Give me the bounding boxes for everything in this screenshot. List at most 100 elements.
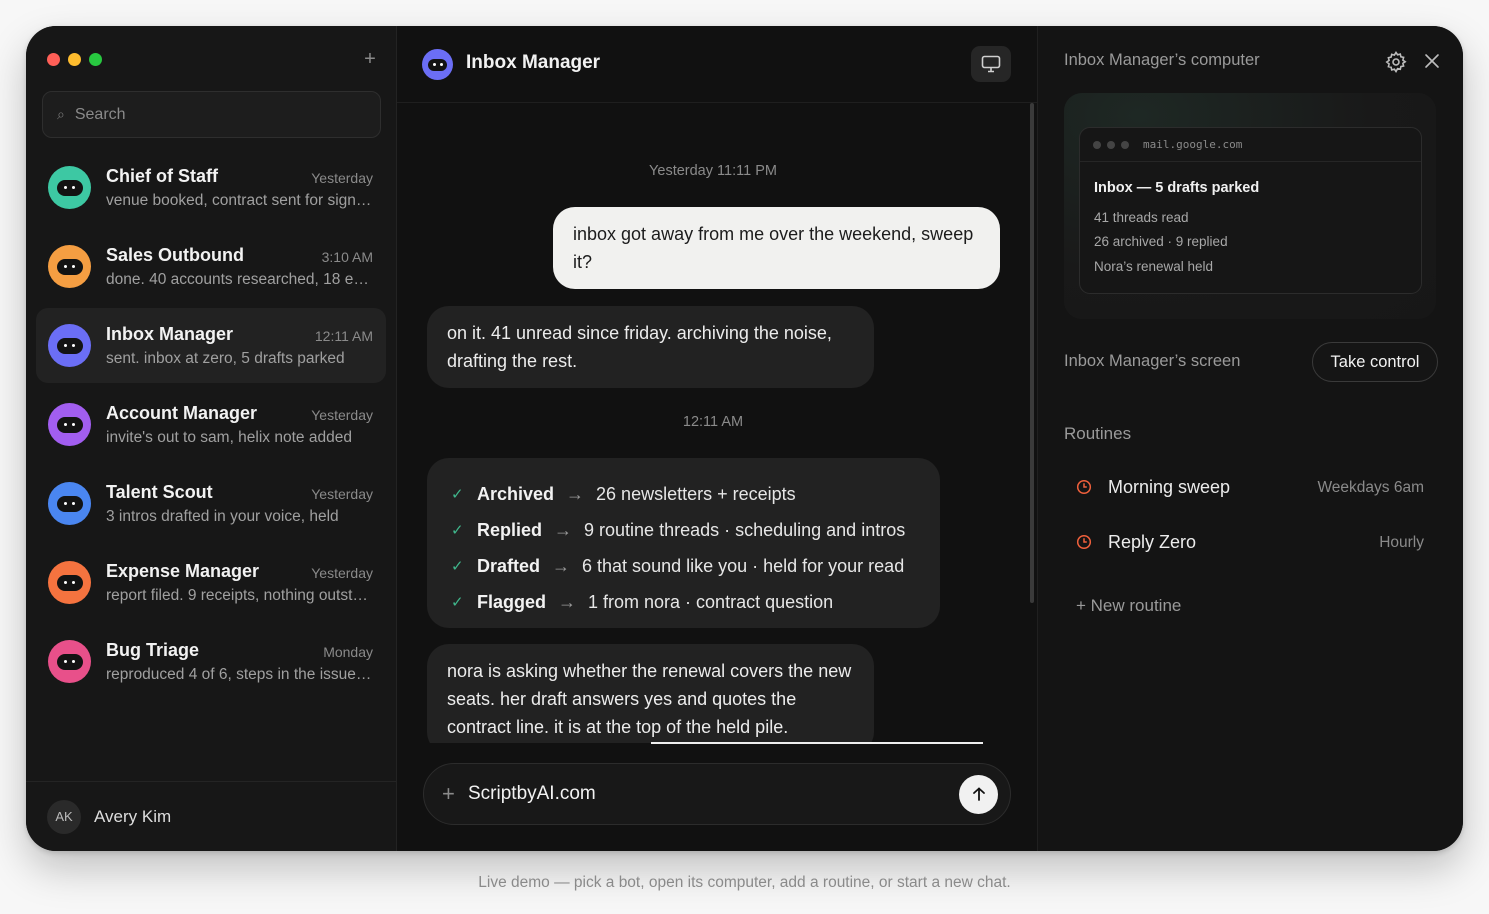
close-icon[interactable]	[1421, 50, 1443, 72]
mini-browser: mail.google.com Inbox — 5 drafts parked …	[1079, 127, 1422, 294]
bot-avatar	[422, 49, 453, 80]
bot-message: on it. 41 unread since friday. archiving…	[427, 306, 874, 388]
check-icon: ✓	[451, 594, 464, 611]
summary-row: ✓ Replied → 9 routine threads · scheduling …	[451, 512, 940, 548]
timestamp: 12:11 AM	[682, 414, 744, 430]
close-window-button[interactable]	[47, 53, 60, 66]
clock-icon	[1076, 479, 1092, 495]
arrow-up-icon	[972, 787, 985, 801]
send-button[interactable]	[959, 774, 998, 814]
chat-time: Yesterday	[311, 170, 373, 186]
take-control-button[interactable]: Take control	[1312, 342, 1438, 382]
mini-line: Nora’s renewal held	[1094, 259, 1214, 274]
timestamp: Yesterday 11:11 PM	[649, 163, 777, 179]
open-computer-button[interactable]	[971, 46, 1011, 82]
chat-time: Monday	[323, 644, 373, 660]
summary-label: Replied	[477, 519, 543, 540]
chat-name: Talent Scout	[106, 482, 213, 502]
bot-avatar	[48, 245, 91, 288]
bot-face-icon	[56, 653, 83, 670]
chat-time: 12:11 AM	[314, 328, 373, 344]
bot-avatar	[48, 482, 91, 525]
chat-name: Chief of Staff	[106, 166, 218, 186]
chat-name: Sales Outbound	[106, 245, 245, 265]
routine-item[interactable]: Morning sweep Weekdays 6am	[1064, 467, 1436, 511]
summary-row: ✓ Drafted → 6 that sound like you · held fo…	[451, 548, 940, 584]
chat-time: Yesterday	[311, 565, 373, 581]
bot-face-icon	[56, 179, 83, 196]
bot-face-icon	[56, 416, 83, 433]
user-bar[interactable]: AK Avery Kim	[26, 781, 396, 851]
bot-message: nora is asking whether the renewal cover…	[427, 644, 874, 743]
summary-row: ✓ Archived → 26 newsletters + receipts	[451, 476, 940, 512]
bot-avatar	[48, 561, 91, 604]
chat-name: Account Manager	[106, 403, 258, 423]
chat-header: Inbox Manager	[397, 26, 1037, 103]
summary-label: Archived	[477, 483, 555, 504]
arrow-right-icon: →	[558, 591, 577, 612]
chat-preview: report filed. 9 receipts, nothing outsta…	[106, 587, 374, 604]
arrow-right-icon: →	[566, 483, 585, 504]
mini-browser-bar: mail.google.com	[1080, 128, 1421, 162]
bot-avatar	[48, 403, 91, 446]
clock-icon	[1076, 534, 1092, 550]
search-icon: ⌕	[57, 106, 65, 122]
chat-time: 3:10 AM	[321, 249, 373, 265]
routine-item[interactable]: Reply Zero Hourly	[1064, 522, 1436, 566]
check-icon: ✓	[451, 558, 464, 575]
new-routine-button[interactable]: + New routine	[1076, 596, 1181, 616]
check-icon: ✓	[451, 522, 464, 539]
message-input[interactable]	[468, 783, 959, 805]
chat-preview: sent. inbox at zero, 5 drafts parked	[106, 350, 345, 367]
window-controls	[47, 53, 102, 66]
maximize-window-button[interactable]	[89, 53, 102, 66]
summary-label: Drafted	[477, 555, 541, 576]
chat-list-item[interactable]: Bug Triage Monday reproduced 4 of 6, steps…	[36, 624, 386, 699]
chat-title: Inbox Manager	[466, 52, 601, 73]
action-summary-card: ✓ Archived → 26 newsletters + receipts ✓ Repl…	[427, 458, 940, 628]
check-icon: ✓	[451, 486, 464, 503]
bot-avatar	[48, 324, 91, 367]
routine-schedule: Weekdays 6am	[1317, 479, 1424, 496]
chat-preview: done. 40 accounts researched, 18 emails …	[106, 271, 374, 288]
summary-detail: 6 that sound like you · held for your re…	[582, 555, 905, 576]
chat-list-item[interactable]: Account Manager Yesterday invite's out to …	[36, 387, 386, 462]
page-caption: Live demo — pick a bot, open its compute…	[478, 874, 1011, 891]
mini-line: 26 archived · 9 replied	[1094, 234, 1228, 249]
plus-icon[interactable]: +	[359, 48, 381, 70]
user-message: inbox got away from me over the weekend,…	[553, 207, 1000, 289]
summary-label: Flagged	[477, 591, 547, 612]
chat-area: Inbox Manager Yesterday 11:11 PM inbox g…	[397, 26, 1038, 851]
summary-detail: 26 newsletters + receipts	[596, 483, 796, 504]
mini-heading: Inbox — 5 drafts parked	[1094, 180, 1260, 196]
chat-list-item[interactable]: Chief of Staff Yesterday venue booked, con…	[36, 150, 386, 225]
chat-preview: venue booked, contract sent for signatur…	[106, 192, 374, 209]
bot-face-icon	[56, 258, 83, 275]
user-name: Avery Kim	[94, 806, 172, 826]
arrow-right-icon: →	[552, 555, 571, 576]
chat-name: Bug Triage	[106, 640, 200, 660]
computer-preview[interactable]: mail.google.com Inbox — 5 drafts parked …	[1064, 93, 1436, 319]
bot-face-icon	[56, 574, 83, 591]
attach-plus-icon[interactable]: +	[442, 781, 468, 807]
bot-avatar	[48, 166, 91, 209]
chat-list: Chief of Staff Yesterday venue booked, con…	[36, 150, 386, 703]
chat-list-item[interactable]: Sales Outbound 3:10 AM done. 40 accounts r…	[36, 229, 386, 304]
chat-time: Yesterday	[311, 486, 373, 502]
routines-heading: Routines	[1064, 424, 1132, 443]
search-box: ⌕	[42, 91, 381, 138]
thread-scrollbar[interactable]	[1030, 103, 1034, 603]
chat-preview: 3 intros drafted in your voice, held	[106, 508, 339, 525]
minimize-window-button[interactable]	[68, 53, 81, 66]
app-window: + ⌕ Chief of Staff Yesterday venue booked,…	[26, 26, 1463, 851]
chat-list-item[interactable]: Inbox Manager 12:11 AM sent. inbox at zero…	[36, 308, 386, 383]
chat-name: Inbox Manager	[106, 324, 234, 344]
gear-icon[interactable]	[1384, 50, 1408, 74]
chat-list-item[interactable]: Expense Manager Yesterday report filed. 9 …	[36, 545, 386, 620]
summary-row: ✓ Flagged → 1 from nora · contract question	[451, 584, 940, 620]
chat-time: Yesterday	[311, 407, 373, 423]
search-input[interactable]	[74, 105, 345, 124]
arrow-right-icon: →	[554, 519, 573, 540]
monitor-icon	[981, 55, 1001, 73]
chat-list-item[interactable]: Talent Scout Yesterday 3 intros drafted in…	[36, 466, 386, 541]
